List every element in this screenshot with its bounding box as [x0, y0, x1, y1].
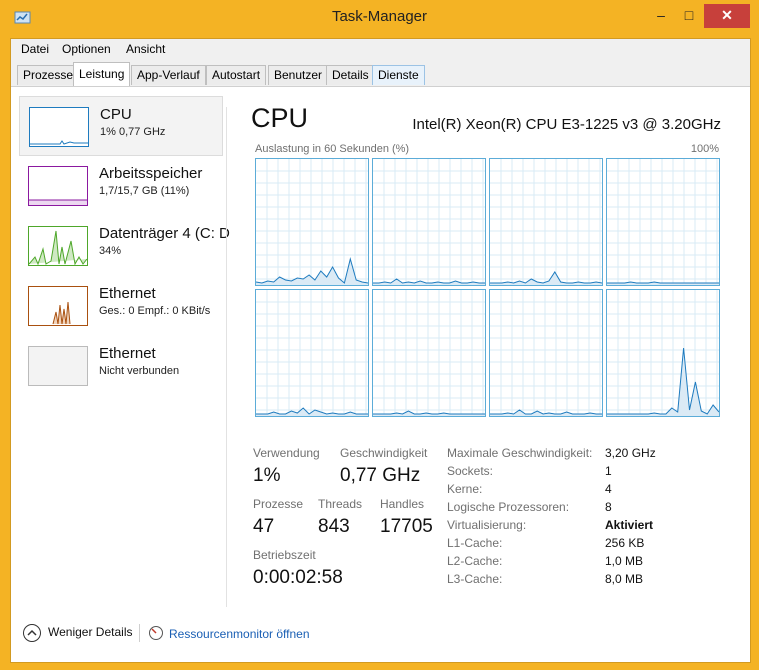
page-title: CPU: [251, 103, 309, 133]
sidebar-item-label: Ethernet: [99, 285, 156, 302]
info-label: Kerne:: [447, 482, 483, 496]
usage-value: 1%: [253, 465, 281, 486]
ethernet-disconnected-thumbnail: [28, 346, 88, 386]
sidebar-item-datentraeger[interactable]: Datenträger 4 (C: D 34%: [19, 216, 230, 274]
tab-leistung[interactable]: Leistung: [73, 62, 131, 86]
info-value: 3,20 GHz: [605, 446, 656, 460]
sidebar-item-sub: Ges.: 0 Empf.: 0 KBit/s: [99, 305, 211, 317]
processes-value: 47: [253, 516, 275, 537]
cpu-core-graph: [255, 158, 369, 286]
cpu-model: Intel(R) Xeon(R) CPU E3-1225 v3 @ 3.20GH…: [412, 116, 721, 133]
threads-label: Threads: [318, 497, 363, 511]
tab-app-verlauf[interactable]: App-Verlauf: [131, 65, 206, 85]
cpu-core-graph: [489, 158, 603, 286]
info-label: Logische Prozessoren:: [447, 500, 570, 514]
cpu-core-graph: [606, 158, 720, 286]
processes-label: Prozesse: [253, 497, 304, 511]
info-label: Virtualisierung:: [447, 518, 527, 532]
disk-thumbnail: [28, 226, 88, 266]
speed-value: 0,77 GHz: [340, 465, 421, 486]
handles-label: Handles: [380, 497, 425, 511]
handles-value: 17705: [380, 516, 433, 537]
minimize-button[interactable]: –: [648, 4, 674, 28]
window-title: Task-Manager: [331, 8, 428, 25]
task-manager-window: Task-Manager – □ ✕ Datei Optionen Ansich…: [0, 0, 759, 670]
cpu-core-graph: [606, 289, 720, 417]
sidebar-item-sub: 1% 0,77 GHz: [100, 126, 166, 138]
sidebar-item-ethernet-2[interactable]: Ethernet Nicht verbunden: [19, 336, 221, 394]
tab-dienste[interactable]: Dienste: [372, 65, 425, 85]
sidebar-item-label: Ethernet: [99, 345, 156, 362]
sidebar-item-arbeitsspeicher[interactable]: Arbeitsspeicher 1,7/15,7 GB (11%): [19, 156, 221, 214]
info-label: L2-Cache:: [447, 554, 503, 568]
usage-label: Verwendung: [253, 446, 320, 460]
footer-divider: [139, 624, 140, 642]
info-value: 1,0 MB: [605, 554, 644, 568]
sidebar-item-ethernet-1[interactable]: Ethernet Ges.: 0 Empf.: 0 KBit/s: [19, 276, 221, 334]
menu-bar: Datei Optionen Ansicht: [11, 39, 750, 61]
graph-caption: Auslastung in 60 Sekunden (%): [255, 143, 410, 155]
info-label: L3-Cache:: [447, 572, 503, 586]
info-label: L1-Cache:: [447, 536, 503, 550]
threads-value: 843: [318, 516, 350, 537]
uptime-label: Betriebszeit: [253, 548, 316, 562]
maximize-button[interactable]: □: [676, 4, 702, 28]
resource-monitor-icon[interactable]: [148, 625, 164, 646]
tab-details[interactable]: Details: [326, 65, 375, 85]
uptime-value: 0:00:02:58: [253, 567, 343, 588]
menu-optionen[interactable]: Optionen: [62, 42, 111, 56]
info-value: 8: [605, 500, 612, 514]
tab-autostart[interactable]: Autostart: [206, 65, 267, 85]
fewer-details-link[interactable]: Weniger Details: [48, 625, 132, 639]
menu-datei[interactable]: Datei: [21, 42, 49, 56]
sidebar-divider: [226, 107, 227, 607]
client-area: Datei Optionen Ansicht Prozesse Leistung…: [10, 38, 751, 663]
tab-benutzer[interactable]: Benutzer: [268, 65, 329, 85]
info-value: 1: [605, 464, 612, 478]
sidebar-item-sub: 34%: [99, 245, 122, 257]
cpu-core-graph: [372, 289, 486, 417]
resource-monitor-link[interactable]: Ressourcenmonitor öffnen: [169, 627, 310, 641]
sidebar-item-sub: Nicht verbunden: [99, 365, 180, 377]
ethernet-thumbnail: [28, 286, 88, 326]
cpu-core-graph: [255, 289, 369, 417]
menu-ansicht[interactable]: Ansicht: [126, 42, 165, 56]
info-value: 4: [605, 482, 612, 496]
info-value: 8,0 MB: [605, 572, 644, 586]
info-value: Aktiviert: [605, 518, 654, 532]
sidebar-item-label: CPU: [100, 106, 132, 123]
cpu-core-graph: [489, 289, 603, 417]
sidebar-item-cpu[interactable]: CPU 1% 0,77 GHz: [19, 96, 223, 156]
cpu-core-graph: [372, 158, 486, 286]
sidebar-item-sub: 1,7/15,7 GB (11%): [99, 185, 190, 197]
memory-thumbnail: [28, 166, 88, 206]
info-value: 256 KB: [605, 536, 645, 550]
chevron-up-icon[interactable]: [23, 624, 41, 642]
close-button[interactable]: ✕: [704, 4, 750, 28]
cpu-thumbnail: [29, 107, 89, 147]
tab-strip: Prozesse Leistung App-Verlauf Autostart …: [11, 61, 750, 87]
sidebar-item-label: Arbeitsspeicher: [99, 165, 203, 182]
info-label: Maximale Geschwindigkeit:: [447, 446, 593, 460]
tab-prozesse[interactable]: Prozesse: [17, 65, 80, 85]
sidebar-item-label: Datenträger 4 (C: D: [99, 225, 230, 242]
info-label: Sockets:: [447, 464, 494, 478]
speed-label: Geschwindigkeit: [340, 446, 428, 460]
graph-max-label: 100%: [690, 143, 719, 155]
